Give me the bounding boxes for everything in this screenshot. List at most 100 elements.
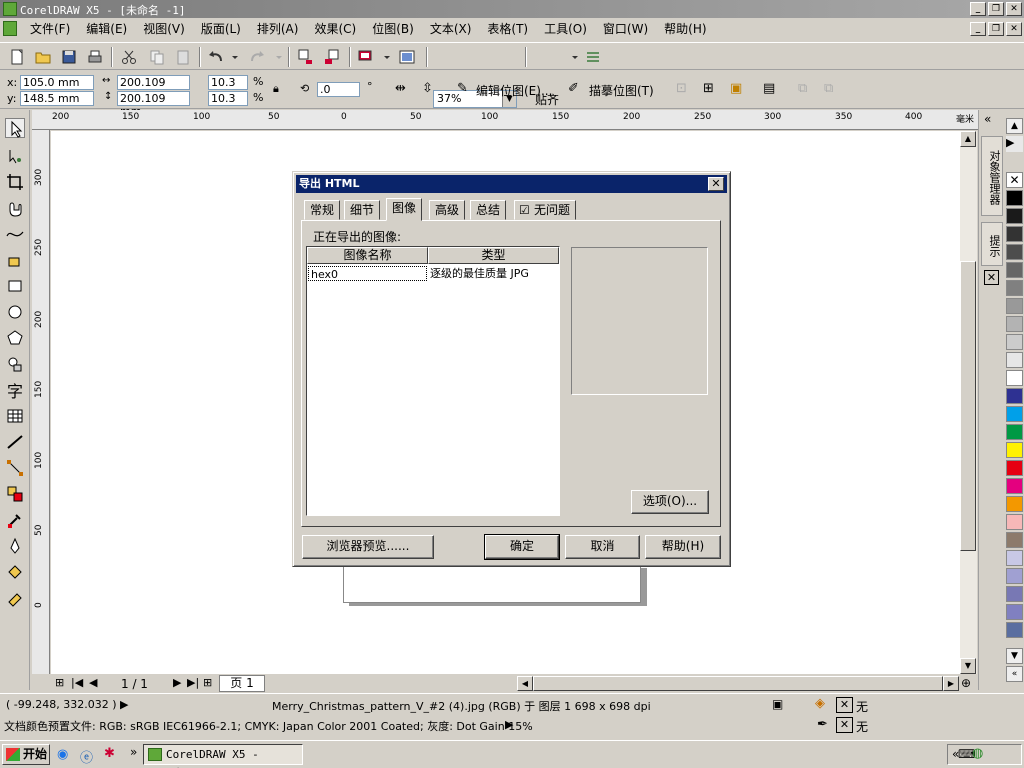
options-button[interactable]: 选项(O)... xyxy=(631,490,709,514)
crop-icon[interactable]: ⊡ xyxy=(676,81,687,96)
color-swatch[interactable] xyxy=(1006,496,1023,512)
last-page-icon[interactable]: ▶| xyxy=(187,676,199,689)
palette-flyout-icon[interactable]: « xyxy=(1006,666,1023,682)
color-swatch[interactable] xyxy=(1006,442,1023,458)
color-swatch[interactable] xyxy=(1006,586,1023,602)
resample-icon[interactable]: ⊞ xyxy=(703,81,714,96)
color-swatch[interactable] xyxy=(1006,334,1023,350)
crop-tool-icon[interactable] xyxy=(5,172,25,192)
table-tool-icon[interactable] xyxy=(5,406,25,426)
undo-dropdown-icon[interactable] xyxy=(226,48,238,66)
color-swatch[interactable] xyxy=(1006,226,1023,242)
fill-tool-icon[interactable] xyxy=(5,562,25,582)
previous-page-icon[interactable]: ◀ xyxy=(89,676,97,689)
open-icon[interactable] xyxy=(34,48,52,66)
taskbar-coreldraw-button[interactable]: CorelDRAW X5 - [未... xyxy=(143,744,303,768)
color-proof-icon[interactable]: ▣ xyxy=(772,697,783,711)
text-tool-icon[interactable]: 字 xyxy=(5,378,25,401)
options-icon[interactable] xyxy=(584,48,602,66)
color-swatch[interactable] xyxy=(1006,604,1023,620)
no-color-swatch[interactable]: ✕ xyxy=(1006,172,1023,188)
launcher-dropdown-icon[interactable] xyxy=(378,48,390,66)
height-field[interactable]: 200.109 mm xyxy=(117,91,190,118)
add-page-icon[interactable]: ⊞ xyxy=(55,676,64,689)
color-swatch[interactable] xyxy=(1006,208,1023,224)
snap-dropdown-icon[interactable] xyxy=(566,48,578,66)
application-launcher-icon[interactable] xyxy=(357,48,375,66)
network-icon[interactable]: ◍ xyxy=(972,746,983,761)
tab-general[interactable]: 常规 xyxy=(304,200,341,220)
scroll-right-button[interactable]: ▶ xyxy=(943,676,959,691)
trace-bitmap-button[interactable]: 描摹位图(T) xyxy=(589,82,654,99)
pick-tool-icon[interactable] xyxy=(5,118,25,138)
color-swatch[interactable] xyxy=(1006,478,1023,494)
outline-none-swatch[interactable]: ✕ xyxy=(836,717,853,733)
color-swatch[interactable] xyxy=(1006,424,1023,440)
menu-help[interactable]: 帮助(H) xyxy=(656,21,714,37)
color-swatch[interactable] xyxy=(1006,316,1023,332)
close-button[interactable]: ✕ xyxy=(1006,2,1022,16)
eyedropper-tool-icon[interactable] xyxy=(5,510,25,530)
horizontal-ruler[interactable]: 200 150 100 50 0 50 100 150 200 250 300 … xyxy=(32,110,978,130)
ellipse-tool-icon[interactable] xyxy=(5,302,25,322)
column-image-name[interactable]: 图像名称 xyxy=(307,247,428,264)
page-tab[interactable]: 页 1 xyxy=(219,675,265,692)
redo-icon[interactable] xyxy=(248,48,266,66)
mirror-vertical-icon[interactable]: ⇳ xyxy=(422,81,433,96)
hints-tab[interactable]: 提示 xyxy=(981,222,1003,266)
palette-scroll-up-icon[interactable]: ▲ xyxy=(1006,118,1023,134)
color-swatch[interactable] xyxy=(1006,370,1023,386)
smart-fill-tool-icon[interactable] xyxy=(5,250,25,270)
color-swatch[interactable] xyxy=(1006,262,1023,278)
tab-summary[interactable]: 总结 xyxy=(470,200,507,220)
collapse-docker-icon[interactable]: « xyxy=(984,112,991,126)
menu-text[interactable]: 文本(X) xyxy=(422,21,480,37)
shape-tool-icon[interactable] xyxy=(5,146,25,166)
color-swatch[interactable] xyxy=(1006,460,1023,476)
wrap-text-icon[interactable]: ▤ xyxy=(763,81,775,96)
restore-button[interactable]: ❐ xyxy=(988,2,1004,16)
freehand-tool-icon[interactable] xyxy=(5,224,25,244)
new-document-icon[interactable] xyxy=(8,48,26,66)
ok-button[interactable]: 确定 xyxy=(484,534,560,560)
menu-view[interactable]: 视图(V) xyxy=(135,21,193,37)
outline-pen-tool-icon[interactable] xyxy=(5,536,25,556)
copy-icon[interactable] xyxy=(148,48,166,66)
color-swatch[interactable] xyxy=(1006,298,1023,314)
menu-tools[interactable]: 工具(O) xyxy=(536,21,595,37)
column-type[interactable]: 类型 xyxy=(428,247,559,264)
blend-tool-icon[interactable] xyxy=(5,484,25,504)
welcome-screen-icon[interactable] xyxy=(398,48,416,66)
object-manager-tab[interactable]: 对象管理器 xyxy=(981,136,1003,216)
color-swatch[interactable] xyxy=(1006,388,1023,404)
doc-restore-button[interactable]: ❐ xyxy=(988,22,1004,36)
width-field[interactable]: 200.109 mm xyxy=(117,75,190,102)
vertical-ruler[interactable]: 300 250 200 150 100 50 0 xyxy=(32,130,50,674)
color-swatch[interactable] xyxy=(1006,514,1023,530)
tray-expand-icon[interactable]: « xyxy=(952,747,959,761)
menu-file[interactable]: 文件(F) xyxy=(22,21,78,37)
scroll-thumb[interactable] xyxy=(960,261,976,551)
zoom-tool-icon[interactable] xyxy=(5,198,25,218)
connector-tool-icon[interactable] xyxy=(5,458,25,478)
cancel-button[interactable]: 取消 xyxy=(565,535,640,559)
expand-profile-icon[interactable]: ▶ xyxy=(505,718,513,731)
close-docker-icon[interactable]: ✕ xyxy=(984,270,999,285)
app-quicklaunch-icon[interactable]: ✱ xyxy=(104,746,115,761)
menu-bitmaps[interactable]: 位图(B) xyxy=(364,21,422,37)
palette-arrow-icon[interactable]: ▶ xyxy=(1006,136,1023,152)
dimension-tool-icon[interactable] xyxy=(5,432,25,452)
quicklaunch-more-icon[interactable]: » xyxy=(130,745,137,759)
basic-shapes-tool-icon[interactable] xyxy=(5,354,25,374)
to-front-icon[interactable]: ⧉ xyxy=(798,81,807,96)
color-swatch[interactable] xyxy=(1006,244,1023,260)
save-icon[interactable] xyxy=(60,48,78,66)
minimize-button[interactable]: _ xyxy=(970,2,986,16)
scale-height-field[interactable]: 10.3 xyxy=(208,91,248,106)
expand-status-icon[interactable]: ▶ xyxy=(120,698,128,711)
menu-effects[interactable]: 效果(C) xyxy=(306,21,364,37)
image-list[interactable]: 图像名称 类型 hex0 逐级的最佳质量 JPG xyxy=(306,246,560,516)
browser-icon[interactable]: ◉ xyxy=(57,747,68,762)
export-icon[interactable] xyxy=(323,48,341,66)
menu-arrange[interactable]: 排列(A) xyxy=(249,21,307,37)
